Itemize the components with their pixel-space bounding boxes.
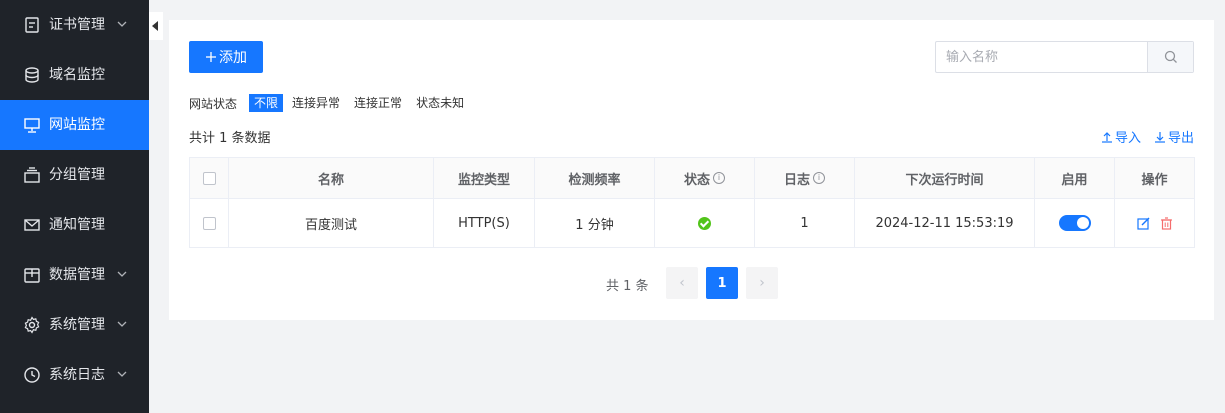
enabled-toggle[interactable] (1058, 215, 1091, 231)
filter-option-error[interactable]: 连接异常 (287, 94, 345, 112)
sidebar-item-label: 系统日志 (49, 367, 105, 383)
header-enabled: 启用 (1035, 158, 1115, 198)
chevron-left-icon: ‹ (679, 275, 685, 291)
clock-icon (24, 367, 40, 383)
header-status: 状态 (683, 172, 710, 188)
next-page-button[interactable]: › (746, 267, 778, 299)
sidebar-item-certificates[interactable]: 证书管理 (0, 0, 149, 50)
header-type: 监控类型 (434, 158, 535, 198)
table-header-row: 名称 监控类型 检测频率 状态 i 日志 i 下次运行时间 启用 操作 (190, 158, 1194, 199)
plus-icon (206, 52, 216, 62)
sidebar-item-system-log[interactable]: 系统日志 (0, 350, 149, 400)
search-input[interactable] (936, 42, 1148, 72)
sidebar-item-label: 通知管理 (49, 217, 105, 233)
gear-icon (24, 316, 40, 334)
search-icon (1165, 50, 1178, 63)
sidebar-item-groups[interactable]: 分组管理 (0, 150, 149, 200)
sidebar-item-notifications[interactable]: 通知管理 (0, 200, 149, 250)
pagination-total: 共 1 条 (606, 279, 649, 294)
layers-icon (24, 167, 40, 183)
chevron-right-icon: › (759, 275, 765, 291)
info-icon[interactable]: i (813, 172, 825, 184)
main-card: 添加 网站状态 不限 连接异常 连接正常 状态未知 共计 1 条数据 导入 导出… (169, 20, 1214, 320)
chevron-down-icon (117, 21, 127, 27)
row-name: 百度测试 (229, 199, 434, 247)
row-checkbox[interactable] (202, 216, 216, 230)
sidebar-item-system[interactable]: 系统管理 (0, 300, 149, 350)
sidebar-item-website-monitor[interactable]: 网站监控 (0, 100, 149, 150)
sidebar-item-domain-monitor[interactable]: 域名监控 (0, 50, 149, 100)
filter-label: 网站状态 (189, 96, 238, 111)
row-frequency: 1 分钟 (535, 199, 655, 247)
row-type: HTTP(S) (434, 199, 535, 247)
chevron-down-icon (117, 321, 127, 327)
pagination: 共 1 条 ‹ 1 › (169, 267, 1214, 299)
add-button[interactable]: 添加 (189, 41, 263, 73)
filter-option-unknown[interactable]: 状态未知 (411, 94, 469, 112)
total-count: 共计 1 条数据 (189, 131, 271, 146)
sidebar-collapse-button[interactable] (149, 12, 163, 40)
search-button[interactable] (1147, 42, 1193, 72)
sidebar-item-label: 分组管理 (49, 167, 105, 183)
edit-icon[interactable] (1136, 217, 1150, 230)
upload-icon (1102, 131, 1112, 143)
select-all-cell (190, 158, 229, 198)
import-label: 导入 (1115, 131, 1142, 146)
row-select-cell (190, 199, 229, 247)
prev-page-button[interactable]: ‹ (666, 267, 698, 299)
header-frequency: 检测频率 (535, 158, 655, 198)
filter-option-normal[interactable]: 连接正常 (349, 94, 407, 112)
page-number-current[interactable]: 1 (706, 267, 738, 299)
sidebar-item-label: 数据管理 (49, 267, 105, 283)
table-row: 百度测试 HTTP(S) 1 分钟 1 2024-12-11 15:53:19 (190, 199, 1194, 247)
monitor-icon (24, 118, 40, 133)
monitor-table: 名称 监控类型 检测频率 状态 i 日志 i 下次运行时间 启用 操作 百度测试 H… (189, 157, 1195, 248)
row-log-count[interactable]: 1 (755, 199, 855, 247)
header-status-cell: 状态 i (655, 158, 755, 198)
sidebar-item-label: 网站监控 (49, 117, 105, 133)
sidebar-item-label: 域名监控 (49, 67, 105, 83)
box-icon (24, 268, 40, 283)
header-log: 日志 (783, 172, 810, 188)
sidebar-item-label: 系统管理 (49, 317, 105, 333)
export-label: 导出 (1168, 131, 1195, 146)
caret-left-icon (152, 21, 158, 31)
sidebar-item-data[interactable]: 数据管理 (0, 250, 149, 300)
header-next-run: 下次运行时间 (855, 158, 1035, 198)
select-all-checkbox[interactable] (202, 171, 216, 185)
header-actions: 操作 (1141, 172, 1168, 188)
row-next-run: 2024-12-11 15:53:19 (855, 199, 1035, 247)
success-check-icon (698, 216, 711, 230)
sidebar: 证书管理 域名监控 网站监控 分组管理 通知管理 数据管理 系统管理 系统日志 (0, 0, 149, 413)
header-name: 名称 (229, 158, 434, 198)
header-log-cell: 日志 i (755, 158, 855, 198)
chevron-down-icon (117, 371, 127, 377)
export-button[interactable]: 导出 (1154, 127, 1194, 146)
status-filter: 网站状态 不限 连接异常 连接正常 状态未知 (189, 94, 473, 112)
download-icon (1155, 131, 1165, 143)
info-icon[interactable]: i (713, 172, 725, 184)
row-actions-cell (1115, 199, 1194, 247)
filter-option-all[interactable]: 不限 (249, 94, 284, 112)
delete-icon[interactable] (1160, 216, 1173, 230)
chevron-down-icon (117, 271, 127, 277)
database-icon (25, 67, 39, 83)
import-button[interactable]: 导入 (1101, 127, 1141, 146)
mail-icon (24, 219, 40, 231)
row-status-cell (655, 199, 755, 247)
add-button-label: 添加 (219, 50, 247, 66)
certificate-icon (25, 17, 39, 33)
row-enabled-cell (1035, 199, 1115, 247)
search-box (935, 41, 1194, 73)
sidebar-item-label: 证书管理 (49, 17, 105, 33)
